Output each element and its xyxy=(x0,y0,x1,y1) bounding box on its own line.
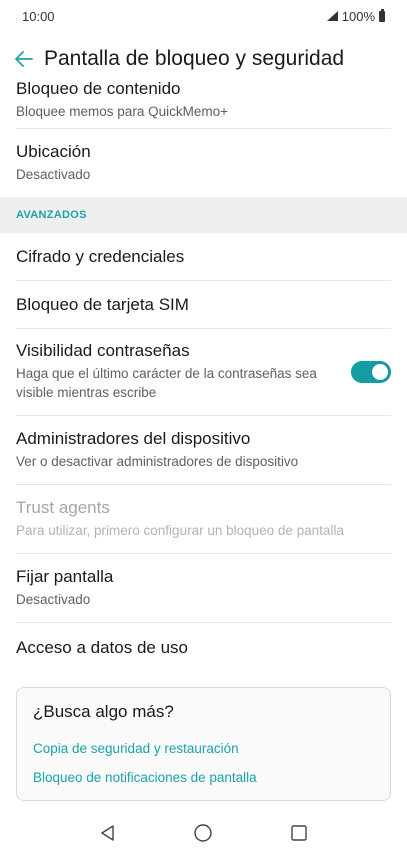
item-title: Bloqueo de tarjeta SIM xyxy=(16,294,189,314)
toggle-knob xyxy=(372,364,388,380)
item-title: Bloqueo de contenido xyxy=(16,79,181,99)
item-summary: Ver o desactivar administradores de disp… xyxy=(16,453,299,469)
item-summary: Para utilizar, primero configurar un blo… xyxy=(16,522,344,538)
password-visibility-toggle[interactable] xyxy=(351,361,391,383)
item-title: Trust agents xyxy=(16,497,110,517)
search-more-card: ¿Busca algo más? Copia de seguridad y re… xyxy=(16,687,391,801)
list-item-cifrado[interactable]: Cifrado y credenciales xyxy=(0,233,407,280)
battery-icon xyxy=(379,8,385,22)
signal-icon xyxy=(326,11,338,21)
link-notification-lock[interactable]: Bloqueo de notificaciones de pantalla xyxy=(33,763,374,792)
item-title: Cifrado y credenciales xyxy=(16,246,185,266)
item-summary: Haga que el último carácter de la contra… xyxy=(16,366,317,400)
status-indicators: 100% xyxy=(326,8,385,24)
list-item-clipped[interactable]: Bloqueo de contenido Bloquee memos para … xyxy=(0,74,407,128)
list-item-trust-agents: Trust agents Para utilizar, primero conf… xyxy=(0,485,407,553)
item-summary: Desactivado xyxy=(16,591,91,607)
recents-square-icon[interactable] xyxy=(287,821,311,845)
item-summary: Bloquee memos para QuickMemo+ xyxy=(16,104,228,120)
navigation-bar xyxy=(0,806,407,860)
link-backup-restore[interactable]: Copia de seguridad y restauración xyxy=(33,734,374,763)
card-title: ¿Busca algo más? xyxy=(33,702,174,721)
settings-list: Bloqueo de contenido Bloquee memos para … xyxy=(0,74,407,801)
list-item-ubicacion[interactable]: Ubicación Desactivado xyxy=(0,129,407,197)
page-title: Pantalla de bloqueo y seguridad xyxy=(44,47,345,70)
home-circle-icon[interactable] xyxy=(191,821,215,845)
back-triangle-icon[interactable] xyxy=(96,821,120,845)
battery-percent: 100% xyxy=(341,8,375,24)
arrow-left-icon[interactable] xyxy=(12,47,36,71)
item-title: Administradores del dispositivo xyxy=(16,428,251,448)
item-title: Visibilidad contraseñas xyxy=(16,341,190,361)
item-title: Ubicación xyxy=(16,141,91,161)
list-item-password-visibility[interactable]: Visibilidad contraseñas Haga que el últi… xyxy=(0,329,407,415)
section-header-advanced: AVANZADOS xyxy=(0,197,407,233)
list-item-device-admins[interactable]: Administradores del dispositivo Ver o de… xyxy=(0,416,407,484)
list-item-screen-pinning[interactable]: Fijar pantalla Desactivado xyxy=(0,554,407,622)
item-title: Acceso a datos de uso xyxy=(16,638,189,657)
item-summary: Desactivado xyxy=(16,166,91,182)
status-time: 10:00 xyxy=(22,8,55,24)
list-item-usage-access[interactable]: Acceso a datos de uso xyxy=(0,623,407,673)
item-title: Fijar pantalla xyxy=(16,566,114,586)
list-item-sim-lock[interactable]: Bloqueo de tarjeta SIM xyxy=(0,281,407,328)
status-bar: 10:00 100% xyxy=(0,0,407,32)
